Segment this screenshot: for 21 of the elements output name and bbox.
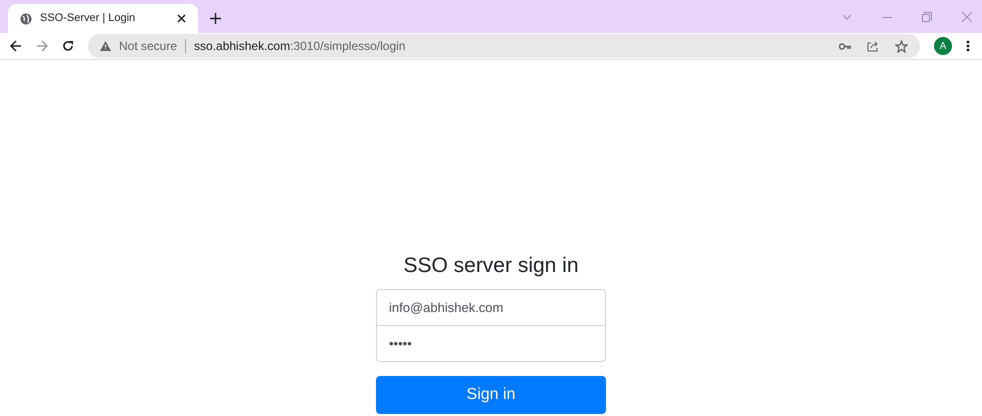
- forward-arrow-icon[interactable]: [36, 40, 48, 52]
- sign-in-button[interactable]: Sign in: [376, 376, 606, 414]
- globe-icon: [20, 12, 32, 24]
- security-label: Not secure: [119, 38, 178, 55]
- url-text: sso.abhishek.com:3010/simplesso/login: [194, 38, 406, 55]
- browser-tab[interactable]: SSO-Server | Login: [8, 4, 198, 33]
- warning-icon: [100, 41, 111, 51]
- reload-icon[interactable]: [62, 40, 74, 52]
- address-bar[interactable]: Not secure sso.abhishek.com:3010/simplesso/login: [88, 34, 920, 58]
- password-field[interactable]: •••••: [376, 326, 606, 362]
- menu-icon[interactable]: [966, 40, 970, 52]
- profile-avatar[interactable]: A: [934, 37, 952, 55]
- close-icon[interactable]: [177, 14, 186, 23]
- share-icon[interactable]: [867, 40, 879, 52]
- star-icon[interactable]: [895, 40, 908, 52]
- email-field[interactable]: info@abhishek.com: [376, 289, 606, 326]
- key-icon[interactable]: [839, 42, 851, 50]
- new-tab-icon[interactable]: [210, 13, 221, 24]
- back-arrow-icon[interactable]: [10, 40, 22, 52]
- tab-title: SSO-Server | Login: [40, 11, 136, 26]
- form-heading: SSO server sign in: [403, 253, 579, 279]
